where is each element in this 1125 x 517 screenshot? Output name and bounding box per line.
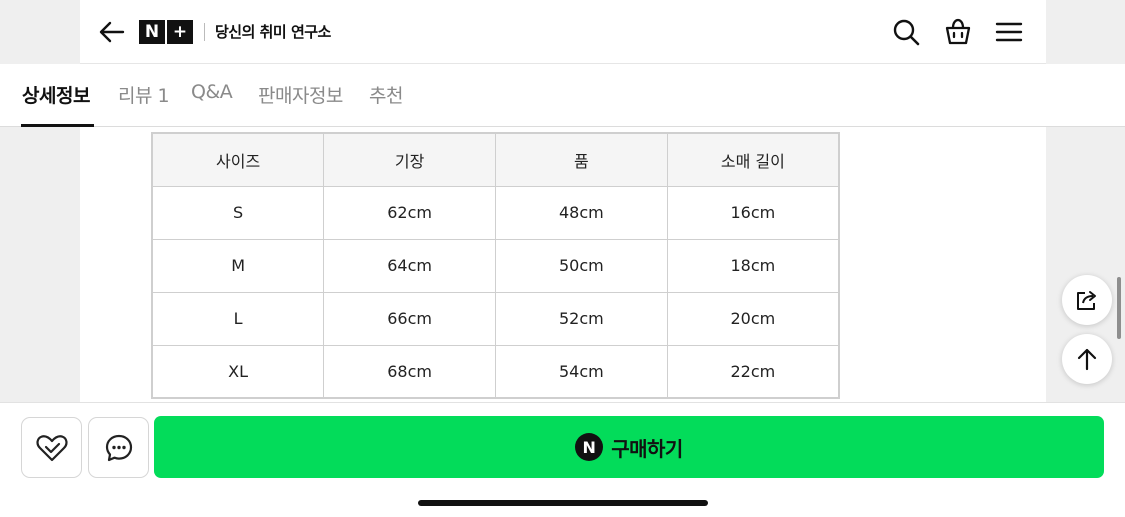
- table-row: S 62cm 48cm 16cm: [151, 185, 840, 240]
- product-detail-content: 사이즈 기장 품 소매 길이 S 62cm 48cm 16cm M 64cm 5…: [80, 127, 1046, 402]
- table-cell: 68cm: [323, 344, 496, 399]
- table-cell: 64cm: [323, 238, 496, 293]
- purchase-bar: N 구매하기: [0, 402, 1125, 517]
- menu-button[interactable]: [993, 16, 1025, 48]
- store-name[interactable]: 당신의 취미 연구소: [215, 21, 331, 42]
- home-indicator[interactable]: [418, 500, 708, 506]
- table-cell: 54cm: [494, 344, 668, 399]
- menu-icon: [995, 22, 1023, 42]
- tab-recommend[interactable]: 추천: [369, 81, 403, 108]
- table-cell: 48cm: [494, 185, 668, 240]
- scrollbar[interactable]: [1117, 277, 1121, 339]
- search-button[interactable]: [890, 16, 922, 48]
- share-icon: [1077, 291, 1096, 310]
- table-cell: L: [151, 291, 325, 346]
- buy-button-label: 구매하기: [611, 436, 683, 461]
- logo-n-box: N: [139, 20, 165, 44]
- table-cell: 16cm: [666, 185, 840, 240]
- table-cell: 20cm: [666, 291, 840, 346]
- column-header: 품: [494, 132, 668, 187]
- detail-tabs: 상세정보 리뷰 1 Q&A 판매자정보 추천: [0, 64, 1125, 127]
- search-icon: [893, 19, 920, 46]
- heart-check-icon: [35, 434, 68, 461]
- back-arrow-icon: [99, 21, 125, 43]
- buy-button[interactable]: N 구매하기: [154, 416, 1104, 478]
- table-cell: XL: [151, 344, 325, 399]
- column-header: 소매 길이: [666, 132, 840, 187]
- table-row: L 66cm 52cm 20cm: [151, 291, 840, 346]
- table-cell: 66cm: [323, 291, 496, 346]
- wishlist-button[interactable]: [21, 417, 82, 478]
- npay-logo-icon: N: [575, 433, 604, 461]
- table-cell: 18cm: [666, 238, 840, 293]
- table-cell: 22cm: [666, 344, 840, 399]
- table-row: XL 68cm 54cm 22cm: [151, 344, 840, 399]
- column-header: 기장: [323, 132, 496, 187]
- cart-button[interactable]: [942, 16, 974, 48]
- logo-plus-box: +: [167, 20, 193, 44]
- table-row: M 64cm 50cm 18cm: [151, 238, 840, 293]
- product-detail-page: N + 당신의 취미 연구소 상세정보 리뷰 1 Q&A 판매자정보 추천 사이…: [0, 0, 1125, 517]
- scroll-to-top-button[interactable]: [1062, 334, 1112, 384]
- top-header: N + 당신의 취미 연구소: [80, 0, 1046, 64]
- table-cell: 52cm: [494, 291, 668, 346]
- table-cell: 62cm: [323, 185, 496, 240]
- back-button[interactable]: [96, 16, 128, 48]
- tab-qna[interactable]: Q&A: [191, 81, 233, 103]
- table-header-row: 사이즈 기장 품 소매 길이: [151, 132, 840, 187]
- tab-seller-info[interactable]: 판매자정보: [258, 81, 343, 108]
- chat-bubble-icon: [105, 434, 132, 461]
- column-header: 사이즈: [151, 132, 325, 187]
- tab-reviews[interactable]: 리뷰 1: [118, 81, 170, 108]
- store-logo[interactable]: N +: [139, 20, 193, 44]
- talk-button[interactable]: [88, 417, 149, 478]
- tab-detail-info[interactable]: 상세정보: [22, 81, 90, 108]
- size-chart-table: 사이즈 기장 품 소매 길이 S 62cm 48cm 16cm M 64cm 5…: [151, 132, 840, 399]
- logo-divider: [204, 23, 205, 41]
- shopping-bag-icon: [945, 18, 971, 45]
- table-cell: 50cm: [494, 238, 668, 293]
- arrow-up-icon: [1077, 348, 1097, 371]
- table-cell: S: [151, 185, 325, 240]
- table-cell: M: [151, 238, 325, 293]
- share-button[interactable]: [1062, 275, 1112, 325]
